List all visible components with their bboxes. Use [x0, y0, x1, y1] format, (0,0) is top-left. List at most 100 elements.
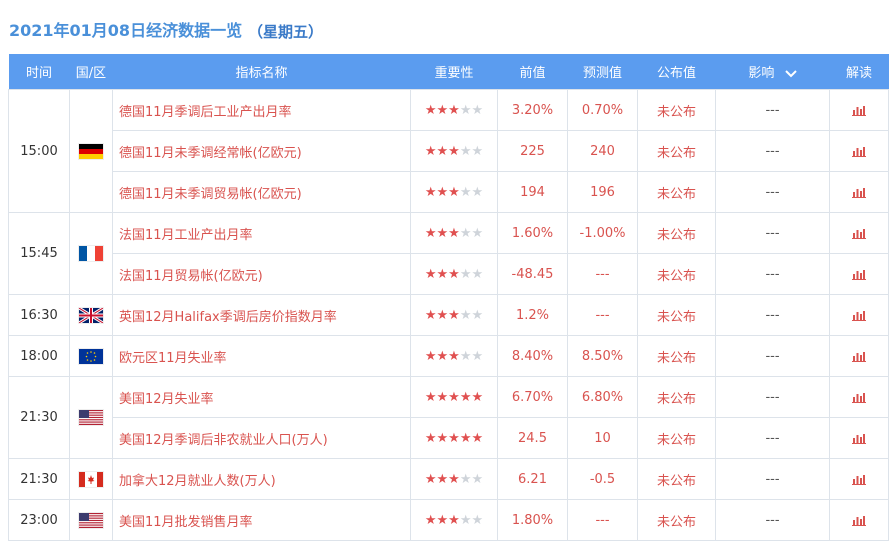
release-time: 15:45: [8, 212, 70, 295]
analysis-cell: [829, 499, 889, 541]
country-flag-cell: [69, 376, 113, 459]
bar-chart-icon[interactable]: [852, 473, 866, 485]
table-row: 法国11月贸易帐(亿欧元) ★★★★★ -48.45 --- 未公布 ---: [9, 253, 889, 295]
table-row: 21:30 美国12月失业率 ★★★★★ 6.70% 6.80% 未公布 ---: [8, 376, 889, 459]
impact-value: ---: [715, 417, 830, 459]
impact-dropdown-label: 影响: [748, 66, 775, 81]
indicator-name-link[interactable]: 法国11月贸易帐(亿欧元): [112, 253, 411, 295]
analysis-cell: [829, 376, 889, 418]
col-header-time: 时间: [8, 54, 70, 90]
impact-value: ---: [715, 89, 830, 131]
bar-chart-icon[interactable]: [852, 514, 866, 526]
analysis-cell: [829, 130, 889, 172]
forecast-value: -1.00%: [567, 212, 638, 254]
bar-chart-icon[interactable]: [852, 432, 866, 444]
star-rating-icon: ★★★★★: [424, 307, 484, 323]
table-header-row: 时间 国/区 指标名称 重要性 前值 预测值 公布值 影响 解读: [8, 54, 889, 90]
impact-filter-dropdown[interactable]: 影响: [715, 54, 830, 90]
col-header-indicator: 指标名称: [112, 54, 411, 90]
weekday-label: （星期五）: [248, 23, 324, 41]
canada-flag-icon: [78, 470, 104, 488]
col-header-forecast: 预测值: [567, 54, 638, 90]
uk-flag-icon: [78, 306, 104, 324]
previous-value: 1.60%: [497, 212, 568, 254]
previous-value: 194: [497, 171, 568, 213]
impact-value: ---: [715, 335, 830, 377]
france-flag-icon: [78, 245, 104, 262]
star-rating-icon: ★★★★★: [424, 266, 484, 282]
indicator-name-link[interactable]: 美国11月批发销售月率: [112, 499, 411, 541]
impact-value: ---: [715, 130, 830, 172]
analysis-cell: [829, 212, 889, 254]
star-rating-icon: ★★★★★: [424, 102, 484, 118]
indicator-name-link[interactable]: 欧元区11月失业率: [112, 335, 411, 377]
indicator-name-link[interactable]: 法国11月工业产出月率: [112, 212, 411, 254]
forecast-value: 10: [567, 417, 638, 459]
col-header-importance: 重要性: [410, 54, 498, 90]
indicator-name-link[interactable]: 德国11月未季调贸易帐(亿欧元): [112, 171, 411, 213]
previous-value: 225: [497, 130, 568, 172]
release-time: 23:00: [8, 499, 70, 541]
star-rating-icon: ★★★★★: [424, 225, 484, 241]
table-row: 18:00 欧元区11月失业率 ★★★★★ 8.40% 8.50% 未公布 ---: [8, 335, 889, 377]
bar-chart-icon[interactable]: [852, 145, 866, 157]
actual-value: 未公布: [637, 499, 716, 541]
importance-rating: ★★★★★: [410, 335, 498, 377]
indicator-name-link[interactable]: 德国11月未季调经常帐(亿欧元): [112, 130, 411, 172]
bar-chart-icon[interactable]: [852, 350, 866, 362]
bar-chart-icon[interactable]: [852, 227, 866, 239]
actual-value: 未公布: [637, 130, 716, 172]
bar-chart-icon[interactable]: [852, 268, 866, 280]
indicator-name-link[interactable]: 美国12月失业率: [112, 376, 411, 418]
forecast-value: ---: [567, 499, 638, 541]
indicator-name-link[interactable]: 美国12月季调后非农就业人口(万人): [112, 417, 411, 459]
impact-value: ---: [715, 499, 830, 541]
analysis-cell: [829, 253, 889, 295]
forecast-value: 6.80%: [567, 376, 638, 418]
analysis-cell: [829, 458, 889, 500]
forecast-value: 0.70%: [567, 89, 638, 131]
previous-value: 24.5: [497, 417, 568, 459]
actual-value: 未公布: [637, 458, 716, 500]
forecast-value: ---: [567, 253, 638, 295]
indicator-name-link[interactable]: 英国12月Halifax季调后房价指数月率: [112, 294, 411, 336]
impact-value: ---: [715, 458, 830, 500]
actual-value: 未公布: [637, 376, 716, 418]
previous-value: 1.80%: [497, 499, 568, 541]
indicator-name-link[interactable]: 德国11月季调后工业产出月率: [112, 89, 411, 131]
forecast-value: 240: [567, 130, 638, 172]
previous-value: 1.2%: [497, 294, 568, 336]
actual-value: 未公布: [637, 212, 716, 254]
analysis-cell: [829, 294, 889, 336]
country-flag-cell: [69, 294, 113, 336]
indicator-name-link[interactable]: 加拿大12月就业人数(万人): [112, 458, 411, 500]
bar-chart-icon[interactable]: [852, 104, 866, 116]
star-rating-icon: ★★★★★: [424, 143, 484, 159]
bar-chart-icon[interactable]: [852, 309, 866, 321]
importance-rating: ★★★★★: [410, 130, 498, 172]
impact-value: ---: [715, 171, 830, 213]
col-header-country: 国/区: [69, 54, 113, 90]
release-time: 16:30: [8, 294, 70, 336]
importance-rating: ★★★★★: [410, 499, 498, 541]
country-flag-cell: [69, 212, 113, 295]
previous-value: 6.21: [497, 458, 568, 500]
star-rating-icon: ★★★★★: [424, 184, 484, 200]
bar-chart-icon[interactable]: [852, 391, 866, 403]
importance-rating: ★★★★★: [410, 376, 498, 418]
star-rating-icon: ★★★★★: [424, 471, 484, 487]
previous-value: -48.45: [497, 253, 568, 295]
actual-value: 未公布: [637, 417, 716, 459]
actual-value: 未公布: [637, 253, 716, 295]
actual-value: 未公布: [637, 335, 716, 377]
impact-value: ---: [715, 253, 830, 295]
forecast-value: 196: [567, 171, 638, 213]
importance-rating: ★★★★★: [410, 89, 498, 131]
forecast-value: 8.50%: [567, 335, 638, 377]
actual-value: 未公布: [637, 294, 716, 336]
importance-rating: ★★★★★: [410, 294, 498, 336]
analysis-cell: [829, 89, 889, 131]
table-row: 15:45 法国11月工业产出月率 ★★★★★ 1.60% -1.00% 未公布 ---: [8, 212, 889, 295]
table-row: 德国11月未季调贸易帐(亿欧元) ★★★★★ 194 196 未公布 ---: [9, 171, 889, 213]
bar-chart-icon[interactable]: [852, 186, 866, 198]
